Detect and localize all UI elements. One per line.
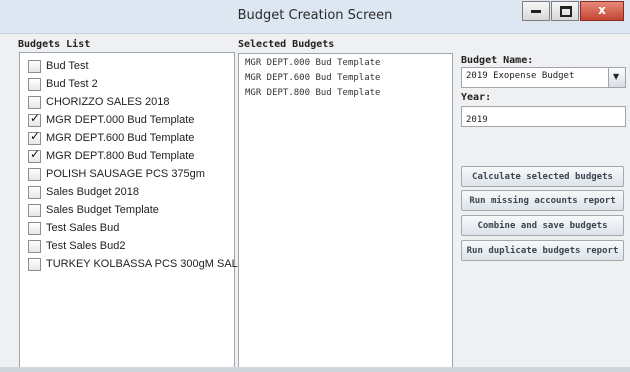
checkbox[interactable] (28, 239, 41, 253)
budget-list-item-label: CHORIZZO SALES 2018 (46, 96, 170, 108)
window-controls: x (521, 1, 624, 21)
budget-list-item[interactable]: Sales Budget Template (28, 201, 234, 219)
budget-list-item-label: Sales Budget Template (46, 204, 159, 216)
combine-and-save-budgets-button[interactable]: Combine and save budgets (461, 215, 624, 236)
checkbox-checked[interactable] (28, 111, 41, 127)
checkbox[interactable] (28, 257, 41, 271)
budget-list-item-label: POLISH SAUSAGE PCS 375gm (46, 168, 205, 180)
budget-list-item[interactable]: Test Sales Bud (28, 219, 234, 237)
budget-list-item[interactable]: Bud Test (28, 57, 234, 75)
selected-budget-item[interactable]: MGR DEPT.000 Bud Template (245, 56, 452, 71)
budget-list-item[interactable]: Test Sales Bud2 (28, 237, 234, 255)
budget-list-item-label: Test Sales Bud2 (46, 240, 126, 252)
budget-list-item[interactable]: MGR DEPT.000 Bud Template (28, 111, 234, 129)
selected-budget-item[interactable]: MGR DEPT.800 Bud Template (245, 86, 452, 101)
budget-list-item[interactable]: POLISH SAUSAGE PCS 375gm (28, 165, 234, 183)
checkbox[interactable] (28, 203, 41, 217)
run-duplicate-budgets-report-button[interactable]: Run duplicate budgets report (461, 240, 624, 261)
window-bottom-edge (0, 367, 630, 372)
budgets-list-panel[interactable]: Bud Test Bud Test 2 CHORIZZO SALES 2018 MGR… (19, 52, 252, 368)
run-missing-accounts-report-button[interactable]: Run missing accounts report (461, 190, 624, 211)
close-icon: x (598, 3, 606, 17)
checkbox[interactable] (28, 167, 41, 181)
calculate-selected-budgets-button[interactable]: Calculate selected budgets (461, 166, 624, 187)
selected-budgets-list: MGR DEPT.000 Bud Template MGR DEPT.600 Bu… (239, 54, 452, 101)
budget-name-label: Budget Name: (461, 55, 534, 66)
budget-list-item-label: MGR DEPT.000 Bud Template (46, 114, 195, 126)
maximize-button[interactable] (551, 1, 579, 21)
budgets-list: Bud Test Bud Test 2 CHORIZZO SALES 2018 MGR… (20, 53, 252, 273)
selected-budget-item[interactable]: MGR DEPT.600 Bud Template (245, 71, 452, 86)
selected-budgets-label: Selected Budgets (238, 39, 335, 50)
checkbox[interactable] (28, 95, 41, 109)
year-input[interactable] (462, 110, 625, 130)
budget-list-item-label: MGR DEPT.800 Bud Template (46, 150, 195, 162)
budget-list-item[interactable]: Bud Test 2 (28, 75, 234, 93)
budget-list-item[interactable]: TURKEY KOLBASSA PCS 300gM SALES (28, 255, 252, 273)
checkbox-checked[interactable] (28, 147, 41, 163)
budget-list-item-label: Test Sales Bud (46, 222, 120, 234)
budget-name-dropdown[interactable]: 2019 Exopense Budget ▼ (461, 67, 626, 88)
checkbox[interactable] (28, 185, 41, 199)
selected-budgets-panel[interactable]: MGR DEPT.000 Bud Template MGR DEPT.600 Bu… (238, 53, 453, 368)
minimize-button[interactable] (522, 1, 550, 21)
budget-list-item[interactable]: Sales Budget 2018 (28, 183, 234, 201)
budget-list-item-label: Bud Test (46, 60, 89, 72)
checkbox[interactable] (28, 77, 41, 91)
minimize-icon (531, 10, 541, 13)
budget-list-item[interactable]: MGR DEPT.600 Bud Template (28, 129, 234, 147)
budget-list-item-label: Bud Test 2 (46, 78, 98, 90)
checkbox[interactable] (28, 221, 41, 235)
title-bar: Budget Creation Screen x (0, 0, 630, 34)
budget-creation-window: Budget Creation Screen x Budgets List Se… (0, 0, 630, 372)
budget-list-item-label: Sales Budget 2018 (46, 186, 139, 198)
budget-list-item-label: MGR DEPT.600 Bud Template (46, 132, 195, 144)
budget-name-value: 2019 Exopense Budget (466, 71, 575, 81)
budget-list-item[interactable]: MGR DEPT.800 Bud Template (28, 147, 234, 165)
budget-list-item[interactable]: CHORIZZO SALES 2018 (28, 93, 234, 111)
checkbox-checked[interactable] (28, 129, 41, 145)
maximize-icon (560, 6, 572, 17)
year-label: Year: (461, 92, 492, 103)
year-field[interactable] (461, 106, 626, 130)
dropdown-button[interactable]: ▼ (608, 68, 625, 87)
checkbox[interactable] (28, 59, 41, 73)
budget-list-item-label: TURKEY KOLBASSA PCS 300gM SALES (46, 258, 253, 270)
budgets-list-label: Budgets List (18, 39, 91, 50)
close-button[interactable]: x (580, 1, 624, 21)
chevron-down-icon: ▼ (613, 72, 620, 81)
